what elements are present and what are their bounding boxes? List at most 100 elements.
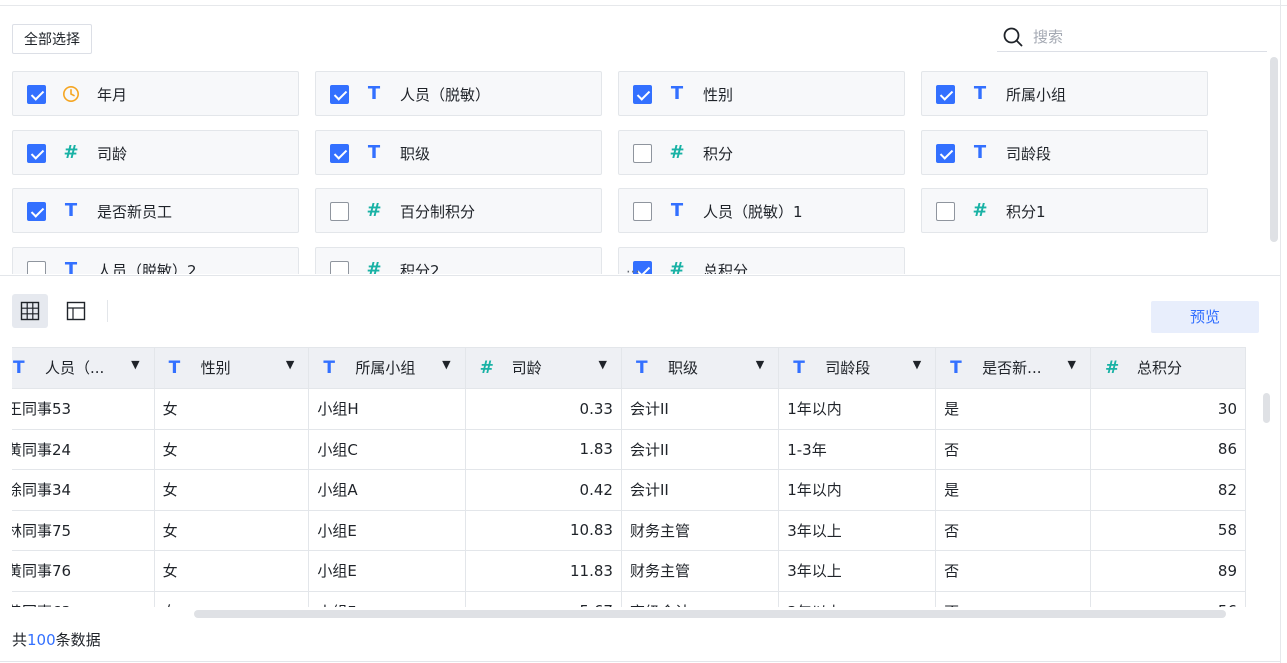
table-cell: 小组C bbox=[308, 428, 466, 470]
field-checkbox[interactable] bbox=[330, 261, 349, 274]
table-horizontal-scrollbar[interactable] bbox=[194, 610, 1226, 618]
table-cell: 否 bbox=[935, 590, 1091, 607]
field-checkbox[interactable] bbox=[330, 144, 349, 163]
table-cell: 86 bbox=[1089, 428, 1247, 470]
field-label: 积分2 bbox=[400, 262, 440, 274]
field-item[interactable]: # 百分制积分 bbox=[315, 188, 602, 233]
column-header[interactable]: # 总积分 bbox=[1089, 347, 1247, 389]
table-cell: 82 bbox=[1089, 469, 1247, 511]
table-row[interactable]: 林同事75 女小组E 10.83 财务主管 3年以上否 58 bbox=[12, 509, 1247, 551]
field-label: 积分 bbox=[703, 145, 734, 163]
preview-button[interactable]: 预览 bbox=[1151, 301, 1259, 333]
field-item[interactable]: T 职级 bbox=[315, 130, 602, 175]
table-row[interactable]: 王同事53 女小组H 0.33 会计II 1年以内是 30 bbox=[12, 388, 1247, 430]
table-cell: 高级会计 bbox=[620, 590, 780, 607]
field-label: 人员（脱敏）1 bbox=[703, 203, 803, 221]
field-item[interactable]: T 人员（脱敏）1 bbox=[618, 188, 905, 233]
table-cell: 黄同事63 bbox=[12, 590, 155, 607]
table-cell: 10.83 bbox=[464, 509, 622, 551]
field-checkbox[interactable] bbox=[633, 144, 652, 163]
caret-down-icon[interactable]: ▼ bbox=[286, 358, 294, 371]
table-cell: 小组H bbox=[308, 388, 466, 430]
column-header[interactable]: T 人员（... ▼ bbox=[12, 347, 155, 389]
resize-handle[interactable]: ⋯ bbox=[626, 264, 641, 280]
field-checkbox[interactable] bbox=[27, 144, 46, 163]
text-type-icon: T bbox=[670, 200, 684, 221]
field-item[interactable]: 年月 bbox=[12, 71, 299, 116]
field-item[interactable]: T 司龄段 bbox=[921, 130, 1208, 175]
table-cell: 否 bbox=[935, 428, 1091, 470]
column-header[interactable]: # 司龄 ▼ bbox=[464, 347, 622, 389]
column-header[interactable]: T 所属小组 ▼ bbox=[308, 347, 466, 389]
table-cell: 小组E bbox=[308, 550, 466, 592]
field-checkbox[interactable] bbox=[633, 202, 652, 221]
field-item[interactable]: T 人员（脱敏）2 bbox=[12, 247, 299, 274]
select-all-button[interactable]: 全部选择 bbox=[12, 24, 92, 54]
field-item[interactable]: # 积分2 bbox=[315, 247, 602, 274]
caret-down-icon[interactable]: ▼ bbox=[598, 358, 606, 371]
field-item[interactable]: T 人员（脱敏） bbox=[315, 71, 602, 116]
top-divider bbox=[0, 5, 1287, 6]
table-row[interactable]: 徐同事34 女小组A 0.42 会计II 1年以内是 82 bbox=[12, 469, 1247, 511]
table-cell: 1年以内 bbox=[778, 469, 937, 511]
field-item[interactable]: T 性别 bbox=[618, 71, 905, 116]
table-vertical-scrollbar[interactable] bbox=[1263, 393, 1270, 423]
field-checkbox[interactable] bbox=[27, 85, 46, 104]
text-type-icon: T bbox=[973, 83, 987, 104]
field-checkbox[interactable] bbox=[633, 85, 652, 104]
table-row[interactable]: 黄同事24 女小组C 1.83 会计II 1-3年否 86 bbox=[12, 428, 1247, 470]
table-cell: 女 bbox=[153, 590, 310, 607]
table-cell: 5.67 bbox=[464, 590, 622, 607]
caret-down-icon[interactable]: ▼ bbox=[756, 358, 764, 371]
table-cell: 56 bbox=[1089, 590, 1247, 607]
field-checkbox[interactable] bbox=[330, 85, 349, 104]
caret-down-icon[interactable]: ▼ bbox=[913, 358, 921, 371]
field-checkbox[interactable] bbox=[330, 202, 349, 221]
field-checkbox[interactable] bbox=[936, 202, 955, 221]
field-checkbox[interactable] bbox=[27, 261, 46, 274]
field-checkbox[interactable] bbox=[27, 202, 46, 221]
field-item[interactable]: # 司龄 bbox=[12, 130, 299, 175]
column-header[interactable]: T 职级 ▼ bbox=[620, 347, 780, 389]
caret-down-icon[interactable]: ▼ bbox=[1067, 358, 1075, 371]
data-table: T 人员（... ▼ T 性别 ▼ T 所属小组 ▼ # 司龄 ▼ T 职级 ▼ T 司龄段 ▼ T 是否新... ▼ #… bbox=[12, 347, 1260, 607]
table-row[interactable]: 黄同事63女小组F5.67高级会计3年以上否56 bbox=[12, 590, 1247, 607]
table-cell: 女 bbox=[153, 428, 310, 470]
table-cell: 3年以上 bbox=[778, 590, 937, 607]
clock-icon bbox=[61, 83, 81, 105]
table-cell: 黄同事76 bbox=[12, 550, 155, 592]
number-type-icon: # bbox=[669, 142, 685, 163]
table-cell: 30 bbox=[1089, 388, 1247, 430]
table-cell: 女 bbox=[153, 388, 310, 430]
text-type-icon: T bbox=[367, 83, 381, 104]
number-type-icon: # bbox=[972, 200, 988, 221]
field-item[interactable]: T 是否新员工 bbox=[12, 188, 299, 233]
grid-view-button[interactable] bbox=[12, 294, 48, 328]
table-row[interactable]: 黄同事76 女小组E 11.83 财务主管 3年以上否 89 bbox=[12, 550, 1247, 592]
column-header-label: 所属小组 bbox=[355, 359, 416, 377]
caret-down-icon[interactable]: ▼ bbox=[442, 358, 450, 371]
search-input[interactable] bbox=[1033, 25, 1253, 49]
table-cell: 财务主管 bbox=[620, 550, 780, 592]
text-type-icon: T bbox=[793, 358, 805, 378]
table-cell: 女 bbox=[153, 469, 310, 511]
field-checkbox[interactable] bbox=[936, 85, 955, 104]
field-item[interactable]: # 总积分 bbox=[618, 247, 905, 274]
field-checkbox[interactable] bbox=[936, 144, 955, 163]
search-box[interactable] bbox=[997, 22, 1267, 52]
field-list-scrollbar[interactable] bbox=[1270, 57, 1278, 242]
field-label: 是否新员工 bbox=[97, 203, 173, 221]
table-cell: 王同事53 bbox=[12, 388, 155, 430]
column-header[interactable]: T 性别 ▼ bbox=[153, 347, 310, 389]
field-item[interactable]: T 所属小组 bbox=[921, 71, 1208, 116]
caret-down-icon[interactable]: ▼ bbox=[131, 358, 139, 371]
field-item[interactable]: # 积分 bbox=[618, 130, 905, 175]
layout-view-button[interactable] bbox=[58, 294, 94, 328]
field-item[interactable]: # 积分1 bbox=[921, 188, 1208, 233]
text-type-icon: T bbox=[367, 142, 381, 163]
table-cell: 1-3年 bbox=[778, 428, 937, 470]
column-header[interactable]: T 是否新... ▼ bbox=[935, 347, 1091, 389]
record-count: 共100条数据 bbox=[12, 629, 101, 651]
column-header[interactable]: T 司龄段 ▼ bbox=[778, 347, 937, 389]
toolbar-separator bbox=[107, 300, 108, 322]
